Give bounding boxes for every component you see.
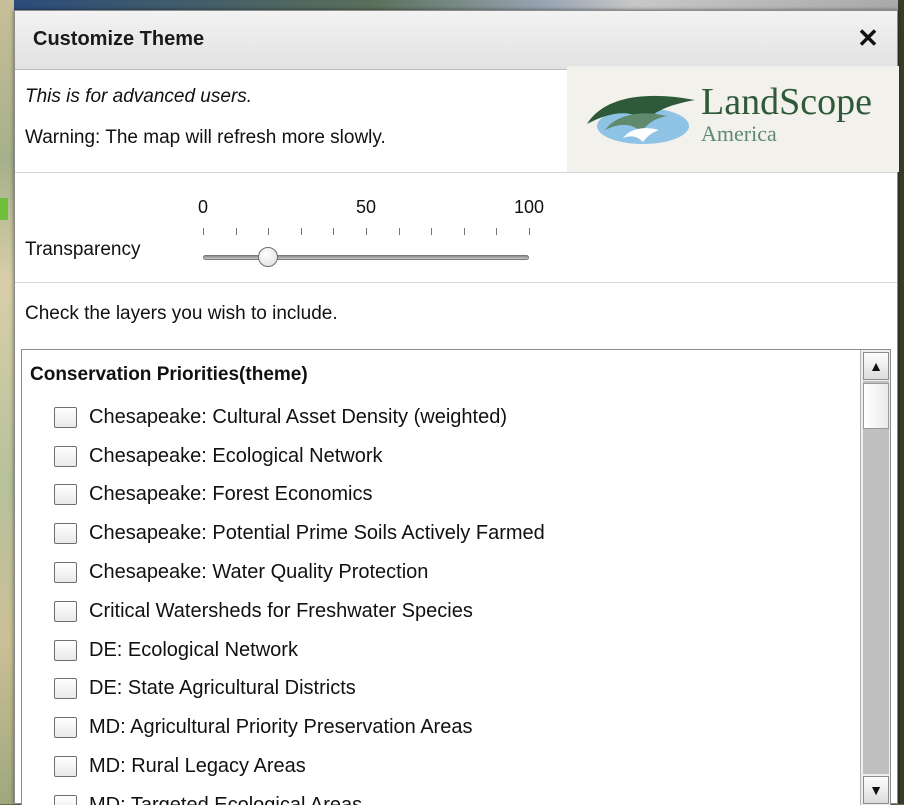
map-edge-top	[14, 0, 904, 10]
slider-tick	[203, 228, 204, 235]
tick-label-min: 0	[197, 197, 209, 217]
slider-tick	[398, 228, 400, 235]
dialog-title: Customize Theme	[33, 28, 205, 50]
layer-checkbox[interactable]	[54, 756, 77, 778]
arrow-down-icon: ▼	[869, 782, 883, 798]
layer-item[interactable]: MD: Rural Legacy Areas	[54, 747, 854, 786]
landscope-logo: LandScope America	[567, 66, 899, 172]
scroll-down-button[interactable]: ▼	[863, 776, 889, 804]
layer-label: MD: Targeted Ecological Areas	[89, 793, 363, 805]
logo-subtitle: America	[701, 121, 777, 146]
layer-item[interactable]: Chesapeake: Cultural Asset Density (weig…	[54, 398, 854, 437]
layer-label: DE: Ecological Network	[89, 638, 298, 661]
layers-prompt: Check the layers you wish to include.	[25, 303, 338, 324]
layer-item[interactable]: MD: Targeted Ecological Areas	[54, 786, 854, 805]
layer-item[interactable]: Chesapeake: Potential Prime Soils Active…	[54, 514, 854, 553]
layer-checkbox[interactable]	[54, 639, 77, 661]
layer-list-panel: Conservation Priorities(theme) Chesapeak…	[21, 349, 891, 805]
layer-item[interactable]: Chesapeake: Water Quality Protection	[54, 553, 854, 592]
layer-label: MD: Rural Legacy Areas	[89, 755, 306, 778]
map-edge-left	[0, 0, 14, 804]
layer-item[interactable]: Chesapeake: Forest Economics	[54, 476, 854, 515]
slider-tick	[366, 228, 367, 235]
slider-tick	[235, 228, 237, 235]
slider-tick	[496, 228, 498, 235]
transparency-slider-thumb[interactable]	[258, 247, 279, 267]
layer-item[interactable]: Chesapeake: Ecological Network	[54, 437, 854, 476]
intro-section: This is for advanced users. Warning: The…	[15, 66, 899, 173]
layer-checkbox[interactable]	[54, 484, 77, 506]
layer-checkbox[interactable]	[54, 445, 77, 467]
close-icon: ✕	[857, 23, 879, 53]
slider-tick	[529, 228, 530, 235]
layer-item[interactable]: DE: Ecological Network	[54, 631, 854, 670]
layer-label: Chesapeake: Water Quality Protection	[89, 561, 429, 584]
layer-label: MD: Agricultural Priority Preservation A…	[89, 716, 473, 739]
scroll-up-button[interactable]: ▲	[863, 352, 889, 380]
advanced-note: This is for advanced users.	[25, 86, 253, 107]
scroll-thumb[interactable]	[863, 383, 889, 429]
layer-label: Chesapeake: Cultural Asset Density (weig…	[89, 405, 507, 428]
layer-list: Chesapeake: Cultural Asset Density (weig…	[54, 398, 854, 805]
layer-label: Chesapeake: Potential Prime Soils Active…	[89, 522, 545, 545]
transparency-section: 0 50 100 Transparency	[15, 173, 897, 283]
slider-tick	[300, 228, 302, 235]
layer-checkbox[interactable]	[54, 794, 77, 805]
close-button[interactable]: ✕	[855, 23, 881, 53]
slider-ticks	[203, 228, 530, 238]
logo-wordmark: LandScope	[701, 81, 872, 123]
transparency-slider-track[interactable]	[203, 255, 529, 260]
scroll-track[interactable]	[863, 381, 889, 774]
slider-tick	[333, 228, 335, 235]
layer-item[interactable]: DE: State Agricultural Districts	[54, 670, 854, 709]
transparency-label: Transparency	[25, 239, 141, 260]
tick-label-max: 100	[513, 197, 545, 217]
dialog-titlebar: Customize Theme ✕	[15, 11, 897, 70]
customize-theme-dialog: Customize Theme ✕ This is for advanced u…	[14, 10, 899, 805]
layer-checkbox[interactable]	[54, 406, 77, 428]
slider-tick	[463, 228, 465, 235]
layer-list-scrollbar[interactable]: ▲ ▼	[860, 350, 890, 805]
refresh-warning: Warning: The map will refresh more slowl…	[25, 127, 386, 148]
layer-label: Chesapeake: Ecological Network	[89, 444, 383, 467]
layer-label: Critical Watersheds for Freshwater Speci…	[89, 599, 473, 622]
layer-item[interactable]: Critical Watersheds for Freshwater Speci…	[54, 592, 854, 631]
slider-tick	[268, 228, 270, 235]
layer-group-title: Conservation Priorities(theme)	[30, 364, 308, 385]
layer-checkbox[interactable]	[54, 523, 77, 545]
layer-checkbox[interactable]	[54, 678, 77, 700]
layer-label: Chesapeake: Forest Economics	[89, 483, 373, 506]
layer-item[interactable]: MD: Agricultural Priority Preservation A…	[54, 708, 854, 747]
map-side-tab[interactable]	[0, 198, 8, 220]
layer-checkbox[interactable]	[54, 562, 77, 584]
layer-label: DE: State Agricultural Districts	[89, 677, 356, 700]
tick-label-mid: 50	[355, 197, 377, 217]
slider-tick-labels: 0 50 100	[198, 197, 544, 217]
arrow-up-icon: ▲	[869, 358, 883, 374]
slider-tick	[431, 228, 433, 235]
layer-checkbox[interactable]	[54, 717, 77, 739]
layer-checkbox[interactable]	[54, 600, 77, 622]
landscope-logo-icon	[587, 95, 695, 144]
